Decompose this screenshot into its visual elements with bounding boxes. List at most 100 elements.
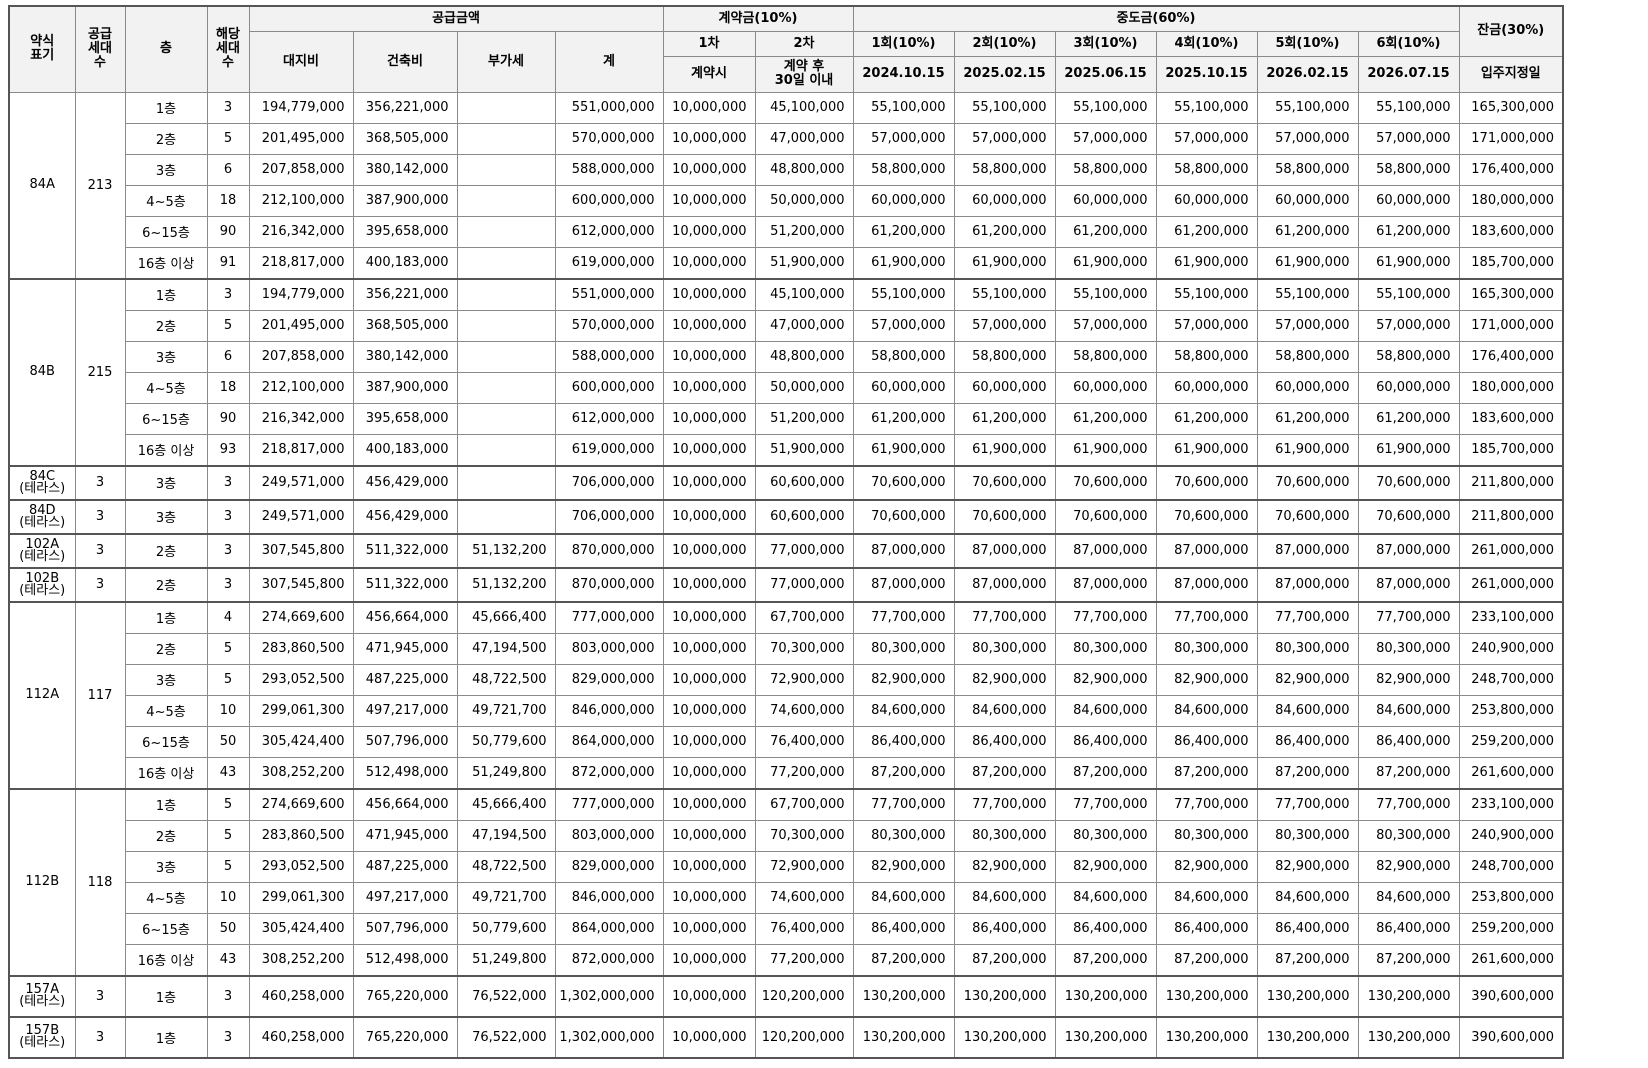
floor-cell: 4~5층 [124,881,208,914]
balance-cell: 233,100,000 [1458,787,1564,821]
header-supply-amount: 공급금액 [248,5,664,32]
middle-payment-3-cell: 84,600,000 [1054,881,1157,914]
vat-cell [456,464,556,500]
building-cost-cell: 471,945,000 [352,819,458,852]
middle-payment-5-cell: 61,200,000 [1256,215,1359,248]
middle-payment-5-cell: 60,000,000 [1256,371,1359,404]
table-row: 6~15층 90 216,342,000 395,658,000 612,000,000… [9,402,1564,435]
units-cell: 43 [206,943,250,976]
units-cell: 6 [206,153,250,186]
land-cost-cell: 201,495,000 [248,309,354,342]
middle-payment-3-cell: 61,900,000 [1054,246,1157,279]
deposit-2-cell: 51,200,000 [754,215,854,248]
deposit-2-cell: 47,000,000 [754,122,854,155]
header-balance-when: 입주지정일 [1458,55,1564,93]
land-cost-cell: 283,860,500 [248,819,354,852]
total-cell: 551,000,000 [554,277,664,311]
middle-payment-2-cell: 82,900,000 [953,663,1056,696]
middle-payment-5-cell: 82,900,000 [1256,850,1359,883]
middle-payment-1-cell: 87,000,000 [852,566,955,602]
middle-payment-4-cell: 55,100,000 [1155,91,1258,124]
middle-payment-6-cell: 87,000,000 [1357,566,1460,602]
middle-payment-5-cell: 87,200,000 [1256,756,1359,789]
middle-payment-6-cell: 87,000,000 [1357,532,1460,568]
vat-cell [456,340,556,373]
middle-payment-1-cell: 77,700,000 [852,787,955,821]
table-row: 157B (테라스) 3 1층 3 460,258,000 765,220,000 76,5… [8,1015,1564,1058]
vat-cell: 76,522,000 [456,974,556,1017]
middle-payment-3-cell: 86,400,000 [1054,725,1157,758]
type-cell: 84B [8,277,76,466]
total-cell: 551,000,000 [554,91,664,124]
header-building: 건축비 [352,30,458,93]
middle-payment-5-cell: 60,000,000 [1256,184,1359,217]
land-cost-cell: 212,100,000 [248,371,354,404]
land-cost-cell: 207,858,000 [248,340,354,373]
land-cost-cell: 216,342,000 [248,402,354,435]
table-row: 4~5층 10 299,061,300 497,217,000 49,721,700 84… [9,694,1564,727]
building-cost-cell: 512,498,000 [352,756,458,789]
floor-cell: 1층 [124,1015,208,1058]
middle-payment-3-cell: 77,700,000 [1054,600,1157,634]
middle-payment-6-cell: 82,900,000 [1357,850,1460,883]
land-cost-cell: 212,100,000 [248,184,354,217]
land-cost-cell: 201,495,000 [248,122,354,155]
table-row: 3층 5 293,052,500 487,225,000 48,722,500 829,0… [9,850,1564,883]
middle-payment-5-cell: 87,200,000 [1256,943,1359,976]
middle-payment-1-cell: 57,000,000 [852,122,955,155]
land-cost-cell: 249,571,000 [248,464,354,500]
middle-payment-4-cell: 87,000,000 [1155,566,1258,602]
middle-payment-2-cell: 87,000,000 [953,566,1056,602]
land-cost-cell: 194,779,000 [248,277,354,311]
floor-cell: 6~15층 [124,215,208,248]
table-row: 3층 6 207,858,000 380,142,000 588,000,000 10,0… [9,340,1564,373]
balance-cell: 261,000,000 [1458,532,1564,568]
building-cost-cell: 395,658,000 [352,215,458,248]
middle-payment-3-cell: 61,200,000 [1054,215,1157,248]
middle-payment-3-cell: 82,900,000 [1054,850,1157,883]
vat-cell [456,309,556,342]
middle-payment-6-cell: 55,100,000 [1357,277,1460,311]
total-cell: 870,000,000 [554,566,664,602]
header-deposit-1-when: 계약시 [662,55,756,93]
balance-cell: 165,300,000 [1458,277,1564,311]
middle-payment-5-cell: 86,400,000 [1256,912,1359,945]
balance-cell: 253,800,000 [1458,881,1564,914]
middle-payment-5-cell: 70,600,000 [1256,498,1359,534]
middle-payment-6-cell: 77,700,000 [1357,787,1460,821]
header-units: 해당 세대 수 [206,5,250,93]
table-row: 16층 이상 91 218,817,000 400,183,000 619,000,00… [9,246,1564,279]
middle-payment-6-cell: 82,900,000 [1357,663,1460,696]
middle-payment-2-cell: 86,400,000 [953,725,1056,758]
middle-payment-1-cell: 130,200,000 [852,1015,955,1058]
middle-payment-4-cell: 86,400,000 [1155,725,1258,758]
balance-cell: 261,600,000 [1458,943,1564,976]
land-cost-cell: 216,342,000 [248,215,354,248]
middle-payment-3-cell: 84,600,000 [1054,694,1157,727]
total-cell: 777,000,000 [554,600,664,634]
units-cell: 3 [206,566,250,602]
middle-payment-4-cell: 60,000,000 [1155,371,1258,404]
middle-payment-1-cell: 82,900,000 [852,663,955,696]
deposit-2-cell: 72,900,000 [754,850,854,883]
balance-cell: 259,200,000 [1458,725,1564,758]
floor-cell: 2층 [124,632,208,665]
middle-payment-2-cell: 86,400,000 [953,912,1056,945]
middle-payment-2-cell: 61,200,000 [953,215,1056,248]
middle-payment-1-cell: 70,600,000 [852,464,955,500]
middle-payment-2-cell: 84,600,000 [953,694,1056,727]
units-cell: 3 [206,277,250,311]
floor-cell: 3층 [124,153,208,186]
vat-cell: 51,132,200 [456,566,556,602]
header-supply-units: 공급 세대 수 [74,5,126,93]
middle-payment-6-cell: 58,800,000 [1357,340,1460,373]
middle-payment-2-cell: 58,800,000 [953,153,1056,186]
total-cell: 570,000,000 [554,309,664,342]
header-mid-1-date: 2024.10.15 [852,55,955,93]
middle-payment-3-cell: 80,300,000 [1054,632,1157,665]
balance-cell: 171,000,000 [1458,122,1564,155]
type-cell: 84D (테라스) [8,498,76,534]
floor-cell: 6~15층 [124,912,208,945]
balance-cell: 261,600,000 [1458,756,1564,789]
deposit-2-cell: 77,200,000 [754,943,854,976]
